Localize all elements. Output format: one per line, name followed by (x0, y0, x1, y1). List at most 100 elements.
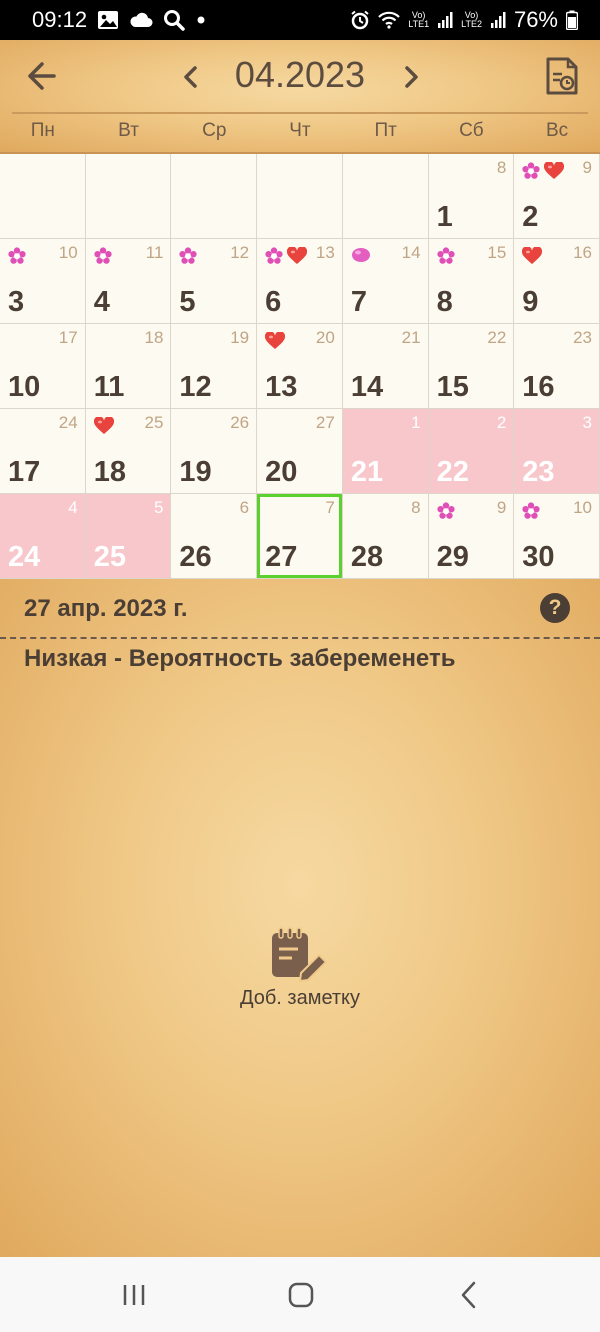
cloud-icon (130, 12, 153, 27)
flower-icon (265, 247, 283, 270)
day-number: 11 (93, 371, 125, 403)
calendar-empty-cell (0, 154, 86, 239)
day-number: 24 (8, 541, 41, 573)
cycle-day-number: 11 (145, 243, 164, 262)
flower-icon (94, 247, 112, 270)
weekday-divider (12, 112, 588, 114)
next-month-chevron-icon[interactable] (396, 60, 426, 94)
calendar-day-30[interactable]: 10 30 (514, 494, 600, 579)
calendar-day-16[interactable]: 23 16 (514, 324, 600, 409)
calendar-day-28[interactable]: 8 28 (342, 494, 429, 579)
cycle-day-number: 27 (315, 413, 335, 432)
cycle-day-number: 5 (153, 498, 164, 517)
calendar-grid: 8 1 9 2 10 3 11 4 12 5 13 6 14 7 15 8 16 9 17 10 18 11 19 12 20 1… (0, 154, 600, 579)
calendar-day-26[interactable]: 6 26 (171, 494, 258, 579)
calendar-day-6[interactable]: 13 6 (257, 239, 343, 324)
weekday-row: Пн Вт Ср Чт Пт Сб Вс (0, 120, 600, 142)
cycle-day-number: 25 (144, 413, 164, 432)
calendar-day-14[interactable]: 21 14 (342, 324, 429, 409)
cycle-day-number: 13 (315, 243, 335, 262)
day-number: 19 (179, 456, 212, 488)
cycle-day-number: 23 (573, 328, 592, 347)
day-number: 8 (436, 286, 453, 318)
cycle-day-number: 19 (230, 328, 250, 347)
help-icon[interactable]: ? (540, 593, 570, 623)
calendar-day-10[interactable]: 17 10 (0, 324, 86, 409)
day-number: 18 (93, 456, 126, 488)
calendar-day-3[interactable]: 10 3 (0, 239, 86, 324)
day-number: 3 (8, 286, 25, 318)
weekday-label: Вс (545, 120, 569, 141)
search-icon (164, 10, 185, 31)
heart-icon (265, 331, 286, 355)
day-number: 27 (265, 541, 298, 573)
cycle-day-number: 2 (496, 413, 507, 432)
day-number: 25 (93, 541, 126, 573)
day-markers (8, 247, 26, 270)
calendar-day-29[interactable]: 9 29 (428, 494, 515, 579)
recent-apps-icon[interactable] (116, 1277, 152, 1313)
day-number: 6 (265, 286, 282, 318)
battery-icon (566, 10, 578, 30)
flower-icon (8, 247, 26, 270)
calendar-day-27[interactable]: 7 27 (257, 494, 343, 579)
heart-icon (544, 161, 565, 185)
calendar-day-18[interactable]: 25 18 (85, 409, 172, 494)
calendar-day-13[interactable]: 20 13 (257, 324, 343, 409)
calendar-day-2[interactable]: 92 (514, 154, 600, 239)
weekday-label: Сб (459, 120, 484, 141)
report-document-icon[interactable] (544, 56, 580, 96)
weekday-label: Чт (289, 120, 311, 141)
prev-month-chevron-icon[interactable] (176, 60, 206, 94)
day-markers (522, 502, 540, 525)
cycle-day-number: 9 (582, 158, 592, 177)
calendar-day-8[interactable]: 15 8 (428, 239, 515, 324)
calendar-day-21[interactable]: 1 21 (342, 409, 429, 494)
cycle-day-number: 3 (582, 413, 592, 432)
heart-icon (93, 416, 114, 440)
calendar-day-11[interactable]: 18 11 (85, 324, 172, 409)
flower-icon (436, 247, 455, 270)
cycle-day-number: 12 (230, 243, 250, 262)
calendar-day-19[interactable]: 26 19 (171, 409, 258, 494)
calendar-day-20[interactable]: 27 20 (257, 409, 343, 494)
month-title[interactable]: 04.2023 (210, 54, 390, 96)
cycle-day-number: 10 (573, 498, 592, 517)
day-number: 28 (350, 541, 384, 573)
home-icon[interactable] (283, 1277, 319, 1313)
calendar-day-22[interactable]: 2 22 (428, 409, 515, 494)
weekday-label: Вт (118, 120, 139, 141)
calendar-day-12[interactable]: 19 12 (171, 324, 258, 409)
cycle-day-number: 18 (144, 328, 164, 347)
day-number: 5 (179, 286, 196, 318)
cycle-day-number: 20 (315, 328, 335, 347)
back-arrow-icon[interactable] (20, 56, 60, 96)
calendar-day-24[interactable]: 4 24 (0, 494, 86, 579)
calendar-day-9[interactable]: 16 9 (514, 239, 600, 324)
calendar-empty-cell (171, 154, 258, 239)
day-number: 29 (436, 541, 469, 573)
day-details-panel: 27 апр. 2023 г. ? Низкая - Вероятность з… (0, 579, 600, 1257)
back-nav-icon[interactable] (452, 1277, 488, 1313)
day-number: 9 (522, 286, 539, 318)
cycle-day-number: 4 (68, 498, 78, 517)
day-number: 15 (436, 371, 469, 403)
day-number: 22 (436, 456, 469, 488)
calendar-day-4[interactable]: 11 4 (85, 239, 172, 324)
add-note-button[interactable]: Доб. заметку (220, 927, 380, 1010)
flower-icon (436, 502, 455, 525)
calendar-day-25[interactable]: 5 25 (85, 494, 172, 579)
calendar-day-17[interactable]: 24 17 (0, 409, 86, 494)
ovulation-egg-icon (351, 247, 371, 268)
cycle-day-number: 6 (239, 498, 250, 517)
calendar-day-15[interactable]: 22 15 (428, 324, 515, 409)
battery-percent: 76% (513, 7, 558, 32)
cycle-day-number: 22 (487, 328, 507, 347)
calendar-day-1[interactable]: 81 (428, 154, 515, 239)
calendar-day-5[interactable]: 12 5 (171, 239, 258, 324)
note-edit-icon (272, 927, 328, 983)
calendar-day-23[interactable]: 3 23 (514, 409, 600, 494)
status-time: 09:12 (32, 7, 88, 32)
calendar-day-7[interactable]: 14 7 (342, 239, 429, 324)
day-number: 26 (179, 541, 212, 573)
